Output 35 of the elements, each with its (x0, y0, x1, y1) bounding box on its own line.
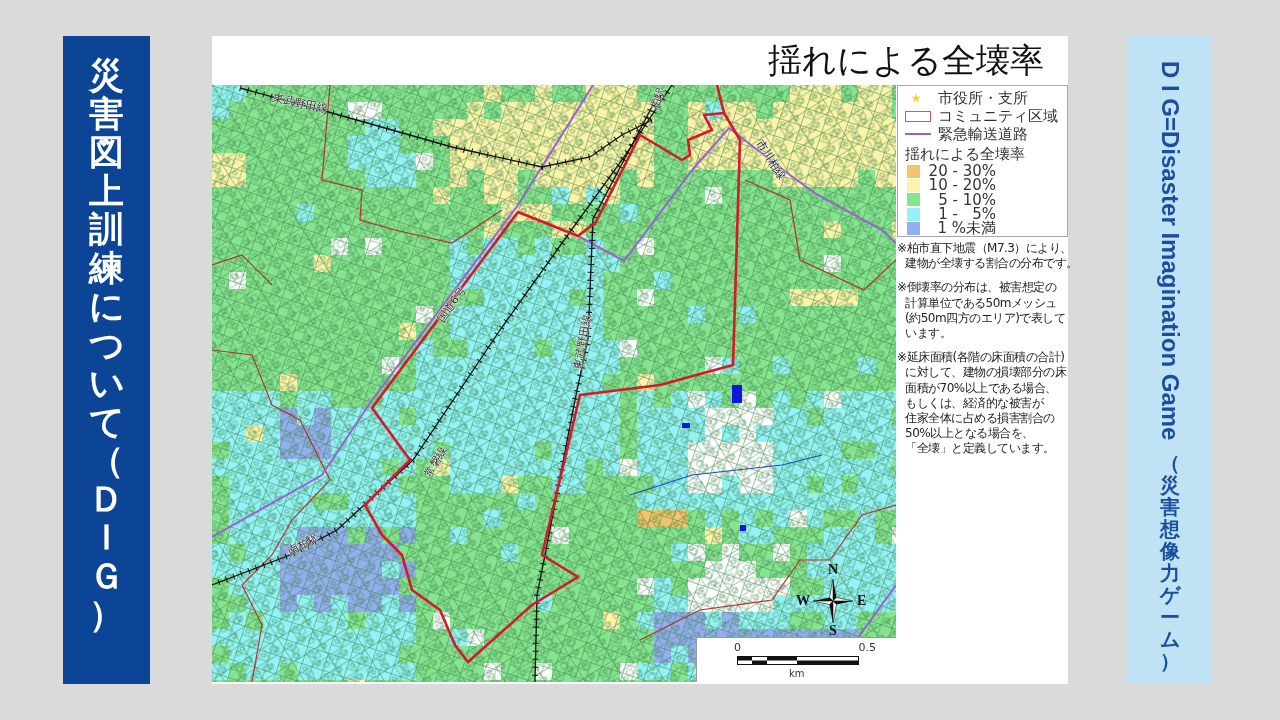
legend-label: 20 - 30% (927, 164, 996, 179)
area-outline-icon (905, 110, 931, 122)
legend-label: 1 - 5% (937, 206, 996, 222)
scale-bar-icon (737, 656, 859, 665)
compass-north-label: N (828, 563, 839, 577)
map-label: 常磐線 (422, 444, 450, 480)
map-label: 南柏駅 (285, 531, 321, 559)
banner-subtitle: （災害想像力ゲーム） (1159, 452, 1180, 673)
footnote-text: ※柏市直下地震（M7.3）により、 建物が全壊する割合の分布です。 (897, 241, 1068, 272)
legend-label: 5 - 10% (937, 192, 996, 207)
banner-title: D I G=Disaster Imagination Game (1157, 61, 1182, 441)
scale-end-label: 0.5 (858, 641, 876, 654)
map-label: 柏駅 (648, 86, 668, 112)
compass-west-label: W (796, 594, 810, 608)
legend-label: 緊急輸送道路 (938, 125, 1028, 143)
banner-title: 災害図上訓練について（ＤＩＧ） (89, 56, 124, 636)
legend-label: 1 %未満 (936, 221, 996, 236)
legend-label: 10 - 20% (927, 178, 996, 193)
compass-east-label: E (857, 594, 867, 608)
scale-start-label: 0 (734, 641, 741, 654)
star-icon (911, 93, 921, 103)
scale-unit-label: km (789, 668, 805, 680)
legend-heading: 揺れによる全壊率 (905, 145, 1026, 164)
footnote-text: ※延床面積(各階の床面積の合計) に対して、建物の損壊部分の床 面積が70%以上である場合、 もしくは、経済的な被害が 住家全体に占める損害割合の 50%以上となる場合を、 「全壊」と定義しています。 (897, 350, 1068, 457)
footnote-text: ※倒壊率の分布は、被害想定の 計算単位である50mメッシュ (約50m四方のエリア)で表して います。 (897, 280, 1067, 342)
slide-title: 揺れによる全壊率 (768, 40, 1044, 81)
road-line-icon (905, 133, 931, 135)
compass-rose-icon (813, 579, 853, 623)
map-label: 東武野田線 (271, 92, 329, 116)
legend-label: 市役所・支所 (938, 89, 1028, 107)
map-label: 東武野田線 (572, 313, 594, 371)
map-label: 市川柏線 (752, 138, 788, 182)
legend-label: コミュニティ区域 (938, 107, 1058, 125)
map-label: 国道6号 (435, 285, 469, 325)
compass-south-label: S (829, 624, 837, 638)
